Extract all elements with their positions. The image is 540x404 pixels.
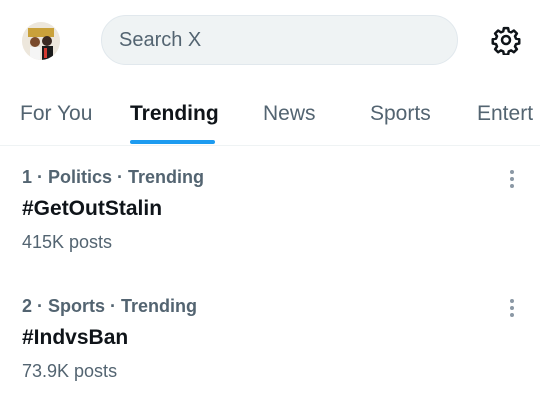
more-options-icon[interactable] [500, 296, 524, 320]
settings-button[interactable] [489, 23, 523, 57]
more-options-icon[interactable] [500, 167, 524, 191]
search-input[interactable]: Search X [101, 15, 458, 65]
gear-icon [491, 26, 521, 55]
tab-trending[interactable]: Trending [130, 102, 219, 126]
trend-item[interactable]: 2 · Sports · Trending #IndvsBan 73.9K po… [0, 274, 540, 394]
tab-entertainment[interactable]: Entert [477, 102, 533, 126]
explore-tabs: For You Trending News Sports Entert [0, 88, 540, 146]
avatar-image-icon [22, 22, 60, 60]
top-bar: Search X [0, 0, 540, 82]
tab-for-you[interactable]: For You [20, 102, 92, 126]
trend-name: #IndvsBan [22, 326, 129, 349]
search-placeholder: Search X [119, 28, 202, 51]
tab-news[interactable]: News [263, 102, 316, 126]
trend-item[interactable]: 1 · Politics · Trending #GetOutStalin 41… [0, 145, 540, 265]
tab-sports[interactable]: Sports [370, 102, 431, 126]
profile-avatar[interactable] [22, 22, 60, 60]
trend-name: #GetOutStalin [22, 197, 163, 220]
trend-meta: 1 · Politics · Trending [22, 167, 205, 187]
trend-post-count: 73.9K posts [22, 361, 118, 381]
active-tab-indicator [130, 140, 215, 144]
trend-post-count: 415K posts [22, 232, 113, 252]
trend-meta: 2 · Sports · Trending [22, 296, 198, 316]
